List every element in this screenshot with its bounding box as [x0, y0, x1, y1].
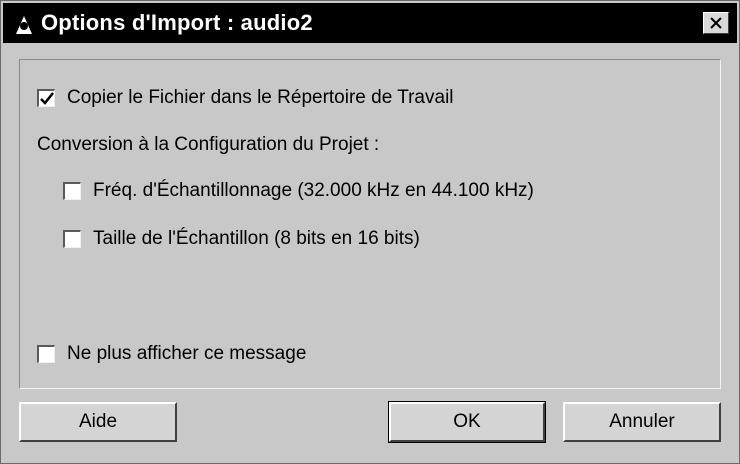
copy-file-label: Copier le Fichier dans le Répertoire de …	[67, 87, 454, 108]
close-icon	[710, 17, 722, 29]
cancel-button[interactable]: Annuler	[563, 402, 721, 442]
checkmark-icon	[40, 92, 54, 105]
import-options-dialog: Options d'Import : audio2 Copier le Fich…	[0, 0, 740, 464]
copy-file-checkbox[interactable]	[37, 89, 55, 107]
title-bar[interactable]: Options d'Import : audio2	[3, 3, 737, 43]
sample-size-label: Taille de l'Échantillon (8 bits en 16 bi…	[93, 228, 420, 249]
sample-size-option[interactable]: Taille de l'Échantillon (8 bits en 16 bi…	[63, 228, 420, 250]
app-icon	[16, 16, 32, 34]
sample-rate-option[interactable]: Fréq. d'Échantillonnage (32.000 kHz en 4…	[63, 180, 534, 202]
help-button[interactable]: Aide	[19, 402, 177, 442]
close-button[interactable]	[703, 12, 729, 34]
sample-rate-checkbox[interactable]	[63, 182, 81, 200]
conversion-heading: Conversion à la Configuration du Projet …	[37, 134, 380, 155]
dont-show-label: Ne plus afficher ce message	[67, 343, 307, 364]
copy-file-option[interactable]: Copier le Fichier dans le Répertoire de …	[37, 87, 454, 109]
window-title: Options d'Import : audio2	[41, 10, 313, 35]
sample-size-checkbox[interactable]	[63, 230, 81, 248]
ok-button[interactable]: OK	[388, 401, 546, 443]
sample-rate-label: Fréq. d'Échantillonnage (32.000 kHz en 4…	[93, 180, 534, 201]
dont-show-option[interactable]: Ne plus afficher ce message	[37, 343, 306, 365]
dont-show-checkbox[interactable]	[37, 345, 55, 363]
